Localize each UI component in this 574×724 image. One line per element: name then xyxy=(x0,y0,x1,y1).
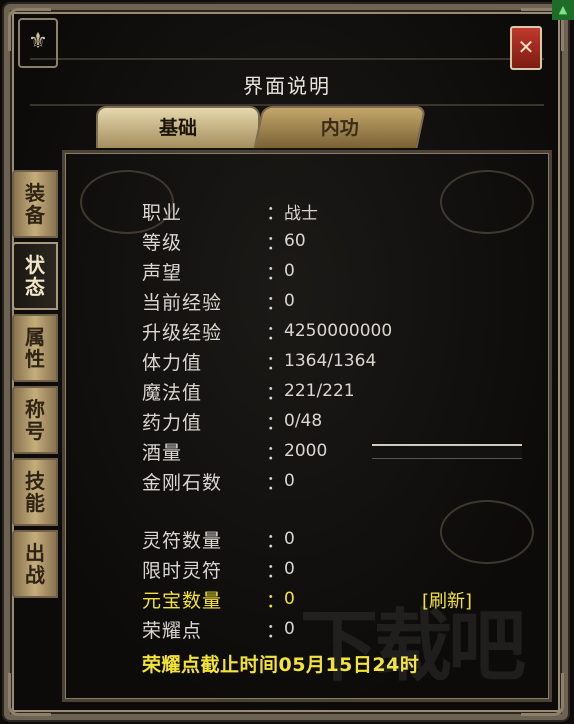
stat-separator: ： xyxy=(266,351,286,374)
side-tab-titles[interactable]: 称 号 xyxy=(12,386,58,454)
stat-separator: ： xyxy=(266,201,286,224)
side-tab-char: 出 xyxy=(25,541,45,565)
side-tab-char: 状 xyxy=(25,253,45,277)
stat-value: 0 xyxy=(284,619,295,639)
side-tab-char: 备 xyxy=(25,203,45,227)
stat-label: 限时灵符 xyxy=(142,559,223,582)
stat-label: 灵符数量 xyxy=(142,529,223,552)
stat-value: 2000 xyxy=(284,441,328,461)
stat-value: 战士 xyxy=(284,203,318,224)
stat-row: 升级经验 ： 4250000000 xyxy=(142,316,502,346)
side-tab-skills[interactable]: 技 能 xyxy=(12,458,58,526)
tab-inner-label: 内功 xyxy=(320,117,359,139)
alcohol-slider[interactable] xyxy=(372,444,522,459)
stat-separator: ： xyxy=(266,471,286,494)
stat-value: 221/221 xyxy=(284,381,355,401)
stat-value: 0 xyxy=(284,589,295,609)
stat-label: 荣耀点 xyxy=(142,619,203,642)
stat-row: 灵符数量 ： 0 xyxy=(142,524,502,554)
stat-label: 当前经验 xyxy=(142,291,223,314)
stat-label: 声望 xyxy=(142,261,183,284)
stat-label: 元宝数量 xyxy=(142,589,223,612)
stat-label: 体力值 xyxy=(142,351,203,374)
stat-row: 声望 ： 0 xyxy=(142,256,502,286)
stats-list: 职业：战士 等级： 60 声望： 0 当前经验： 0 升级经验： 4250000000 … xyxy=(142,196,502,644)
stat-separator: ： xyxy=(266,231,286,254)
side-tab-char: 属 xyxy=(25,325,45,349)
side-tab-char: 态 xyxy=(25,275,45,299)
stat-label: 等级 xyxy=(142,231,183,254)
side-tab-char: 战 xyxy=(25,563,45,587)
frame-corner xyxy=(8,673,51,716)
stat-separator: ： xyxy=(266,381,286,404)
stat-value: 0 xyxy=(284,261,295,281)
side-tab-char: 称 xyxy=(25,397,45,421)
side-tab-char: 能 xyxy=(25,491,45,515)
stat-value: 1364/1364 xyxy=(284,351,377,371)
stat-value: 60 xyxy=(284,231,306,251)
stat-separator: ： xyxy=(266,261,286,284)
stat-label: 药力值 xyxy=(142,411,203,434)
stat-row: 金刚石数 ： 0 xyxy=(142,466,502,496)
stat-separator: ： xyxy=(266,589,286,612)
stat-separator: ： xyxy=(266,411,286,434)
stat-row: 职业 ：战士 xyxy=(142,196,502,226)
side-tab-char: 装 xyxy=(25,181,45,205)
stat-value: 0 xyxy=(284,529,295,549)
tab-inner[interactable]: 内功 xyxy=(253,106,427,148)
stat-value: 0/48 xyxy=(284,411,323,431)
stat-separator: ： xyxy=(266,559,286,582)
stat-value: 0 xyxy=(284,471,295,491)
stat-label: 酒量 xyxy=(142,441,183,464)
stat-row: 体力值 ： 1364/1364 xyxy=(142,346,502,376)
stat-separator: ： xyxy=(266,291,286,314)
status-panel: 界面说明 ⚜ ✕ 基础 内功 装 备 状 态 属 性 称 号 技 能 出 战 职… xyxy=(0,0,574,724)
stat-row: 限时灵符 ： 0 xyxy=(142,554,502,584)
watermark: 下载吧 xyxy=(300,602,526,692)
side-tab-equipment[interactable]: 装 备 xyxy=(12,170,58,238)
stat-label: 升级经验 xyxy=(142,321,223,344)
stat-row: 魔法值 ： 221/221 xyxy=(142,376,502,406)
stat-value: 4250000000 xyxy=(284,321,393,341)
stat-label: 金刚石数 xyxy=(142,471,223,494)
stat-row: 当前经验 ： 0 xyxy=(142,286,502,316)
ornament-icon: ⚜ xyxy=(18,18,58,68)
stat-value: 0 xyxy=(284,559,295,579)
stat-label: 魔法值 xyxy=(142,381,203,404)
stat-value: 0 xyxy=(284,291,295,311)
tab-basic[interactable]: 基础 xyxy=(96,106,260,148)
side-tab-char: 技 xyxy=(25,469,45,493)
side-tab-battle[interactable]: 出 战 xyxy=(12,530,58,598)
close-icon[interactable]: ✕ xyxy=(510,26,542,70)
side-tab-list: 装 备 状 态 属 性 称 号 技 能 出 战 xyxy=(12,170,58,602)
corner-flag-icon: ▲ xyxy=(552,0,574,20)
stat-row: 等级 ： 60 xyxy=(142,226,502,256)
stat-separator: ： xyxy=(266,619,286,642)
side-tab-attributes[interactable]: 属 性 xyxy=(12,314,58,382)
stat-separator: ： xyxy=(266,529,286,552)
stat-separator: ： xyxy=(266,441,286,464)
stat-row: 药力值 ： 0/48 xyxy=(142,406,502,436)
tab-basic-label: 基础 xyxy=(158,117,197,139)
side-tab-char: 号 xyxy=(25,419,45,443)
stat-separator: ： xyxy=(266,321,286,344)
side-tab-status[interactable]: 状 态 xyxy=(12,242,58,310)
side-tab-char: 性 xyxy=(25,347,45,371)
stat-label: 职业 xyxy=(142,201,183,224)
window-title: 界面说明 xyxy=(243,74,331,98)
